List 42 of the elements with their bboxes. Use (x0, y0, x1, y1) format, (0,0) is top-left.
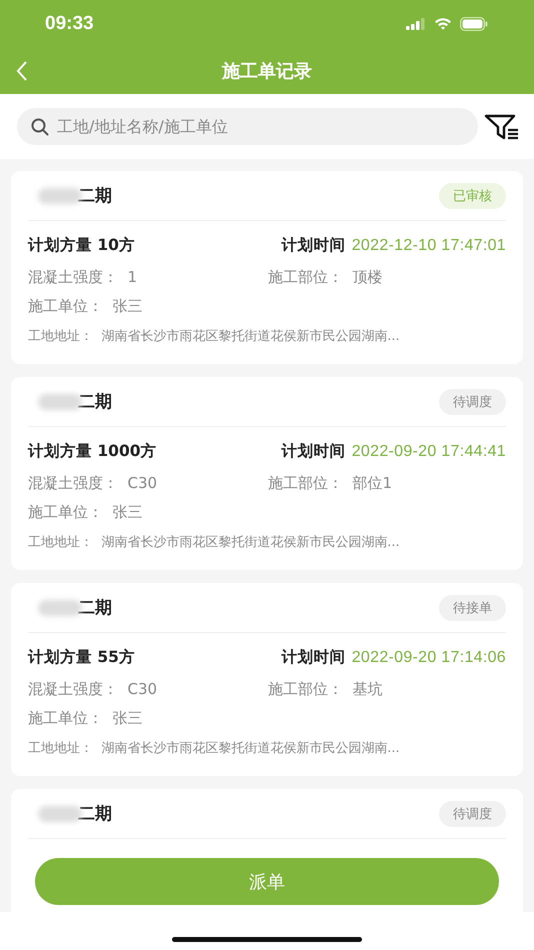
construction-unit: 施工单位： 张三 (28, 709, 143, 728)
order-title: 二期 (78, 597, 112, 619)
signal-icon (406, 18, 426, 30)
planned-time: 2022-09-20 17:44:41 (352, 442, 506, 460)
planned-quantity: 计划方量 10方 (28, 235, 135, 256)
status-badge: 待接单 (439, 594, 506, 620)
order-title: 二期 (78, 185, 112, 207)
wifi-icon (434, 17, 452, 30)
order-title: 二期 (78, 803, 112, 825)
planned-time: 2022-09-20 17:14:06 (352, 648, 506, 666)
concrete-strength: 混凝土强度： C30 (28, 680, 158, 699)
construction-unit: 施工单位： 张三 (28, 503, 143, 522)
back-icon (16, 61, 28, 81)
filter-icon (484, 114, 520, 140)
concrete-strength: 混凝土强度： 1 (28, 268, 138, 287)
search-field[interactable]: 工地/地址名称/施工单位 (17, 108, 478, 145)
site-address: 工地地址： 湖南省长沙市雨花区黎托街道花侯新市民公园湖南... (28, 740, 401, 757)
construction-part: 施工部位： 基坑 (268, 680, 383, 699)
planned-time-label: 计划时间 (282, 235, 346, 256)
search-icon (31, 118, 49, 136)
order-card[interactable]: 二期 已审核 计划方量 10方 计划时间 2022-12-10 17:47:01 混凝土强度： 1 施工部位： 顶楼 施工单位： 张三 工地地址： 湖南省长沙市雨花区黎托街道花侯新市民公园湖南... (11, 171, 523, 364)
planned-time-label: 计划时间 (282, 441, 346, 462)
order-card[interactable]: 二期 待调度 计划方量 1000方 计划时间 2022-09-20 17:44:41 混凝土强度： C30 施工部位： 部位1 施工单位： 张三 工地地址： 湖南省长沙市雨花区黎托街道花侯新市民公园湖南... (11, 377, 523, 570)
status-badge: 待调度 (439, 388, 506, 414)
order-title: 二期 (78, 391, 112, 413)
construction-unit: 施工单位： 张三 (28, 297, 143, 316)
site-address: 工地地址： 湖南省长沙市雨花区黎托街道花侯新市民公园湖南... (28, 328, 401, 345)
construction-part: 施工部位： 顶楼 (268, 268, 383, 287)
page-title: 施工单记录 (222, 60, 312, 82)
construction-part: 施工部位： 部位1 (268, 474, 392, 493)
filter-button[interactable] (484, 114, 520, 140)
planned-quantity: 计划方量 1000方 (28, 441, 157, 462)
status-badge: 待调度 (439, 800, 506, 826)
planned-time: 2022-12-10 17:47:01 (352, 236, 506, 254)
planned-time-label: 计划时间 (282, 647, 346, 668)
battery-icon (460, 16, 488, 30)
status-badge: 已审核 (439, 182, 506, 208)
site-address: 工地地址： 湖南省长沙市雨花区黎托街道花侯新市民公园湖南... (28, 534, 401, 551)
planned-quantity: 计划方量 55方 (28, 647, 135, 668)
concrete-strength: 混凝土强度： C30 (28, 474, 158, 493)
order-card[interactable]: 二期 待接单 计划方量 55方 计划时间 2022-09-20 17:14:06 混凝土强度： C30 施工部位： 基坑 施工单位： 张三 工地地址： 湖南省长沙市雨花区黎托街道花侯新市民公园湖南... (11, 583, 523, 776)
status-time: 09:33 (45, 12, 94, 34)
